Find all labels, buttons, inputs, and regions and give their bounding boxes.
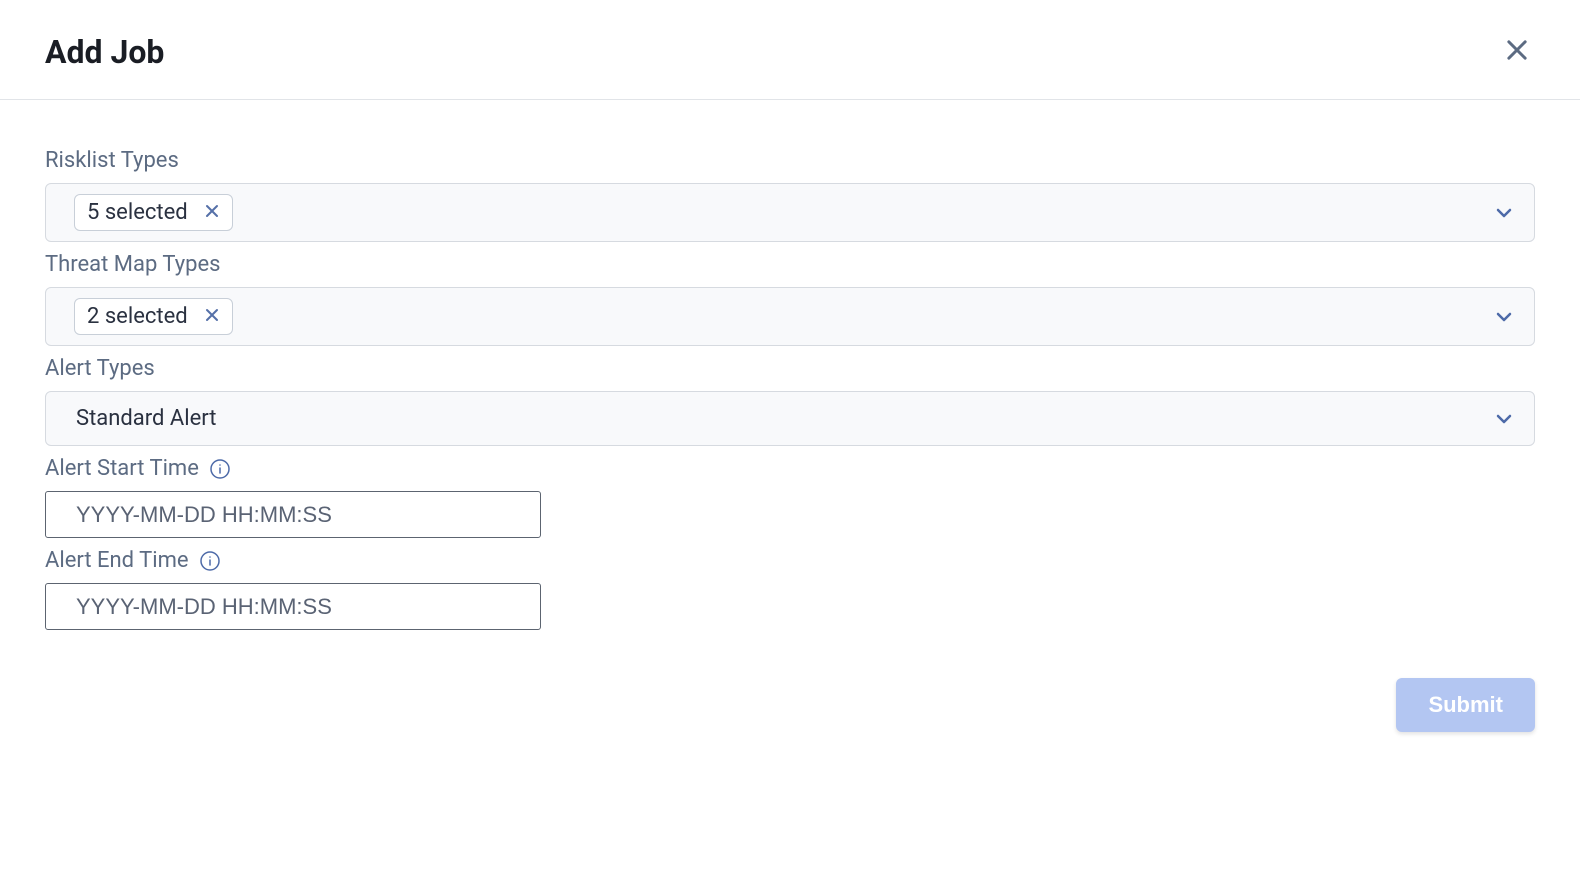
dialog-title: Add Job	[45, 33, 164, 71]
alert-types-select[interactable]: Standard Alert	[45, 391, 1535, 446]
risklist-types-chip-clear[interactable]	[204, 203, 220, 222]
risklist-types-field: Risklist Types 5 selected	[45, 148, 1535, 242]
alert-start-time-label: Alert Start Time	[45, 456, 1535, 481]
alert-end-time-input[interactable]	[45, 583, 541, 630]
info-icon[interactable]	[199, 550, 221, 572]
chevron-down-icon	[1494, 409, 1514, 429]
alert-start-time-field: Alert Start Time	[45, 456, 1535, 548]
chevron-down-icon	[1494, 307, 1514, 327]
alert-types-field: Alert Types Standard Alert	[45, 356, 1535, 446]
threat-map-types-chip: 2 selected	[74, 298, 233, 335]
close-button[interactable]	[1499, 32, 1535, 71]
risklist-types-chip-text: 5 selected	[87, 200, 188, 225]
form-body: Risklist Types 5 selected	[0, 100, 1580, 640]
alert-start-time-label-text: Alert Start Time	[45, 456, 199, 481]
footer-actions: Submit	[0, 640, 1580, 732]
close-icon	[1503, 36, 1531, 67]
alert-start-time-input[interactable]	[45, 491, 541, 538]
alert-types-value: Standard Alert	[76, 406, 216, 431]
risklist-types-chip: 5 selected	[74, 194, 233, 231]
dialog-header: Add Job	[0, 0, 1580, 100]
threat-map-types-chip-text: 2 selected	[87, 304, 188, 329]
threat-map-types-label: Threat Map Types	[45, 252, 1535, 277]
info-icon[interactable]	[209, 458, 231, 480]
risklist-types-select[interactable]: 5 selected	[45, 183, 1535, 242]
alert-end-time-label: Alert End Time	[45, 548, 1535, 573]
threat-map-types-chip-clear[interactable]	[204, 307, 220, 326]
risklist-types-label: Risklist Types	[45, 148, 1535, 173]
threat-map-types-field: Threat Map Types 2 selected	[45, 252, 1535, 346]
clear-icon	[204, 203, 220, 222]
alert-types-label: Alert Types	[45, 356, 1535, 381]
clear-icon	[204, 307, 220, 326]
alert-end-time-label-text: Alert End Time	[45, 548, 189, 573]
alert-end-time-field: Alert End Time	[45, 548, 1535, 640]
submit-button[interactable]: Submit	[1396, 678, 1535, 732]
chevron-down-icon	[1494, 203, 1514, 223]
threat-map-types-select[interactable]: 2 selected	[45, 287, 1535, 346]
